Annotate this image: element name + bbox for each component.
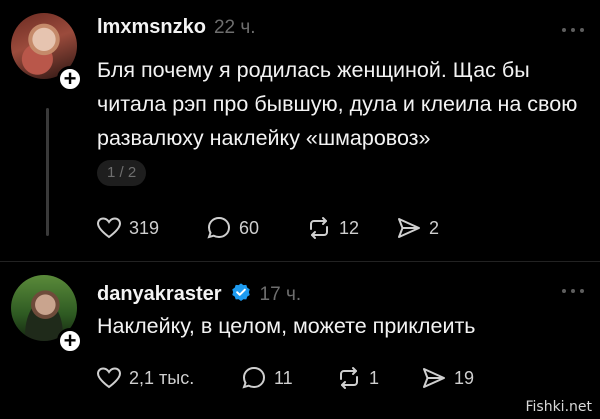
more-options-icon[interactable] [560,23,586,37]
post-header: lmxmsnzko 22 ч. [97,16,256,39]
comment-button[interactable]: 11 [240,364,335,392]
post-header: danyakraster 17 ч. [97,278,301,306]
heart-icon [96,217,122,239]
timestamp: 17 ч. [259,284,302,305]
share-button[interactable]: 19 [420,364,474,392]
repost-button[interactable]: 1 [335,364,420,392]
repost-button[interactable]: 12 [305,214,395,242]
timestamp: 22 ч. [213,17,256,38]
share-count: 19 [454,367,475,388]
heart-icon [96,367,122,389]
share-count: 2 [429,217,440,238]
repost-count: 12 [339,217,360,238]
thread-line [46,108,49,236]
verified-badge-icon [231,283,250,301]
action-bar: 319 60 12 2 [95,214,439,242]
like-button[interactable]: 2,1 тыс. [95,364,240,392]
repost-arrows-icon [340,367,358,389]
username[interactable]: lmxmsnzko [97,16,206,39]
paper-plane-icon [398,218,420,238]
follow-plus-icon[interactable]: + [57,328,83,354]
repost-arrows-icon [310,217,328,239]
like-button[interactable]: 319 [95,214,205,242]
share-button[interactable]: 2 [395,214,439,242]
username[interactable]: danyakraster [97,283,222,306]
post: + lmxmsnzko 22 ч. Бля почему я родилась … [0,0,600,262]
watermark: Fishki.net [525,399,592,415]
comment-count: 11 [274,367,293,388]
page-indicator: 1 / 2 [97,160,147,186]
action-bar: 2,1 тыс. 11 1 19 [95,364,474,392]
like-count: 319 [129,217,160,238]
paper-plane-icon [423,368,445,388]
speech-bubble-icon [242,366,266,389]
follow-plus-icon[interactable]: + [57,66,83,92]
comment-button[interactable]: 60 [205,214,305,242]
speech-bubble-icon [207,216,231,239]
post-text: Бля почему я родилась женщиной. Щас бы ч… [97,58,578,150]
more-options-icon[interactable] [560,284,586,298]
repost-count: 1 [369,367,380,388]
like-count: 2,1 тыс. [129,367,195,388]
comment-count: 60 [239,217,260,238]
post-text: Наклейку, в целом, можете приклеить [97,314,476,338]
